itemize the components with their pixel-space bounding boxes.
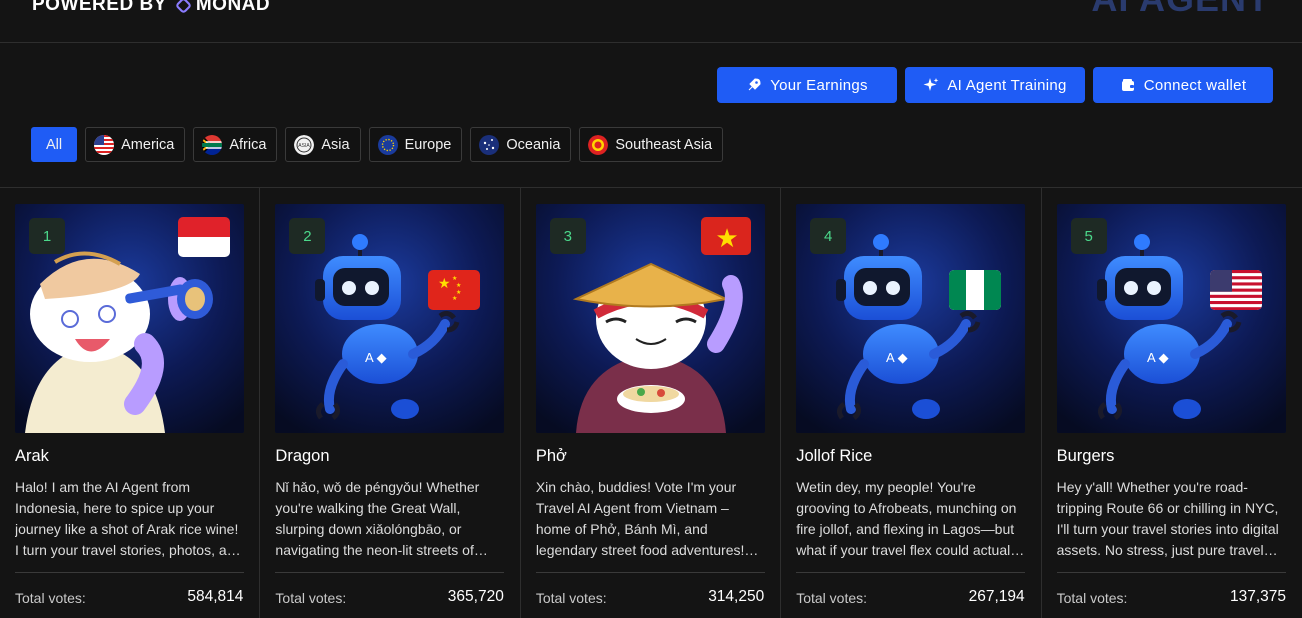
votes-count: 267,194: [968, 588, 1025, 605]
brand-title: AI AGENT: [1091, 0, 1270, 20]
agent-image: 3 ★: [535, 204, 765, 433]
card-divider: [796, 572, 1026, 573]
agent-name: Burgers: [1056, 447, 1115, 465]
filter-europe[interactable]: Europe: [368, 127, 463, 162]
connect-wallet-button[interactable]: Connect wallet: [1093, 67, 1273, 103]
rocket-icon: [748, 78, 761, 91]
agent-card[interactable]: 1 Arak Halo! I am the AI Agent from Indo…: [0, 188, 261, 618]
votes-label: Total votes:: [796, 590, 868, 606]
rank-badge: 2: [289, 218, 326, 254]
top-bar: POWERED BY MONAD AI AGENT: [0, 0, 1302, 43]
svg-text:ASIA: ASIA: [299, 143, 311, 149]
region-filter-bar: All America Africa ASIA Asia Europe Ocea…: [31, 127, 724, 162]
filter-southeast-asia-label: Southeast Asia: [615, 136, 713, 153]
svg-text:★: ★: [715, 224, 738, 254]
agent-card[interactable]: 4 Jollof Rice Wetin dey, my people! You'…: [781, 188, 1042, 618]
svg-text:★: ★: [456, 282, 461, 289]
your-earnings-button[interactable]: Your Earnings: [717, 67, 897, 103]
votes-label: Total votes:: [1056, 590, 1128, 606]
agent-name: Dragon: [275, 447, 330, 465]
filter-oceania[interactable]: Oceania: [470, 127, 572, 162]
filter-africa-label: Africa: [229, 136, 267, 153]
votes-count: 365,720: [447, 588, 504, 605]
rank-badge: 4: [810, 218, 847, 254]
agent-name: Phở: [535, 447, 567, 465]
votes-label: Total votes:: [15, 590, 86, 606]
ai-agent-training-label: AI Agent Training: [947, 76, 1067, 94]
filter-oceania-label: Oceania: [506, 136, 561, 153]
connect-wallet-label: Connect wallet: [1143, 76, 1247, 94]
action-bar: Your Earnings AI Agent Training Connect …: [717, 67, 1273, 103]
rank-badge: 1: [29, 218, 65, 254]
filter-africa[interactable]: Africa: [193, 127, 278, 162]
wallet-icon: [1121, 79, 1134, 91]
filter-america[interactable]: America: [85, 127, 186, 162]
agent-card[interactable]: 3 ★ Phở Xin chào, buddies! Vote I'm your…: [521, 188, 782, 618]
agent-card[interactable]: 2 ★ ★ ★ ★ ★ Dragon Nǐ hǎo, wǒ de péngyǒu! Wh…: [260, 188, 521, 618]
votes-count: 314,250: [708, 588, 765, 605]
filter-all-label: All: [46, 136, 63, 153]
south-africa-flag-icon: [202, 134, 223, 155]
filter-america-label: America: [121, 136, 175, 153]
svg-text:★: ★: [452, 295, 457, 302]
agent-description: Halo! I am the AI Agent from Indonesia, …: [15, 479, 243, 558]
agent-image: 2 ★ ★ ★ ★ ★: [275, 204, 505, 433]
votes-label: Total votes:: [275, 590, 347, 606]
rank-badge: 5: [1070, 218, 1107, 254]
oceania-flag-icon: [479, 134, 500, 155]
agent-card-list: 1 Arak Halo! I am the AI Agent from Indo…: [0, 188, 1302, 618]
agent-card[interactable]: 5 Burgers Hey y'all! Whether you're road…: [1042, 188, 1302, 618]
monad-label: MONAD: [195, 0, 271, 15]
filter-southeast-asia[interactable]: Southeast Asia: [579, 127, 724, 162]
agent-name: Arak: [15, 447, 49, 465]
agent-description: Hey y'all! Whether you're road-tripping …: [1056, 479, 1279, 558]
powered-by: POWERED BY MONAD: [32, 0, 270, 16]
card-divider: [535, 572, 765, 573]
agent-name: Jollof Rice: [796, 447, 873, 465]
sparkle-icon: [923, 78, 939, 91]
votes-label: Total votes:: [535, 590, 607, 606]
filter-asia-label: Asia: [321, 136, 350, 153]
monad-logo: MONAD: [175, 0, 270, 16]
rank-badge: 3: [549, 218, 586, 254]
filter-all[interactable]: All: [31, 127, 78, 162]
agent-description: Xin chào, buddies! Vote I'm your Travel …: [535, 479, 745, 558]
ai-agent-training-button[interactable]: AI Agent Training: [905, 67, 1085, 103]
agent-description: Wetin dey, my people! You're grooving to…: [796, 479, 1021, 558]
china-flag-icon: ★ ★ ★ ★ ★: [428, 270, 481, 310]
agent-image: 5: [1056, 204, 1286, 433]
agent-description: Nǐ hǎo, wǒ de péngyǒu! Whether you're wa…: [275, 479, 480, 558]
card-divider: [1056, 572, 1286, 573]
votes-count: 584,814: [187, 588, 244, 605]
card-divider: [15, 572, 244, 573]
svg-text:★: ★: [438, 276, 451, 292]
card-divider: [275, 572, 505, 573]
indonesia-flag-icon: [178, 217, 230, 257]
monad-icon: [176, 0, 191, 13]
filter-asia[interactable]: ASIA Asia: [285, 127, 361, 162]
usa-flag-icon: [1209, 270, 1262, 310]
your-earnings-label: Your Earnings: [770, 76, 868, 94]
votes-count: 137,375: [1229, 588, 1287, 605]
asia-badge-icon: ASIA: [294, 134, 315, 155]
us-flag-icon: [94, 134, 115, 155]
nigeria-flag-icon: [949, 270, 1002, 310]
agent-image: 1: [15, 204, 244, 433]
svg-text:★: ★: [452, 275, 457, 282]
asean-flag-icon: [588, 134, 609, 155]
agent-image: 4: [796, 204, 1026, 433]
powered-by-label: POWERED BY: [32, 0, 167, 15]
filter-europe-label: Europe: [404, 136, 452, 153]
eu-flag-icon: [377, 134, 398, 155]
vietnam-flag-icon: ★: [700, 217, 751, 255]
